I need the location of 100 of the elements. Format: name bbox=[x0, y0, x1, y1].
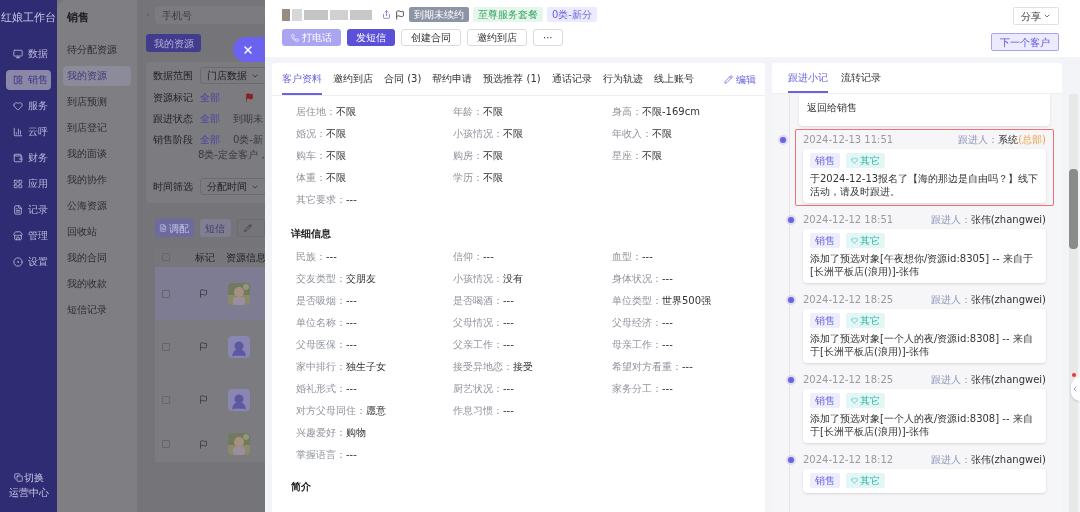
action-button[interactable]: 创建合同 bbox=[401, 29, 461, 46]
note-tag: 其它 bbox=[846, 153, 885, 168]
profile-tab[interactable]: 线上账号 bbox=[653, 63, 694, 95]
profile-tab[interactable]: 行为轨迹 bbox=[602, 63, 643, 95]
sms-button[interactable]: 短信 bbox=[199, 219, 231, 237]
module-menu-item[interactable]: 公海资源 bbox=[63, 195, 131, 216]
field-value: --- bbox=[662, 382, 673, 396]
field-label: 小孩情况： bbox=[453, 127, 503, 141]
field-label: 父母情况： bbox=[453, 316, 503, 330]
note-time: 2024-12-12 18:25 bbox=[803, 373, 894, 386]
follower-name: 系统 bbox=[998, 133, 1019, 146]
note-time: 2024-12-13 11:51 bbox=[803, 133, 894, 146]
customer-tag: 到期未续约 bbox=[409, 7, 469, 22]
follower-name: 张伟(zhangwei) bbox=[970, 213, 1046, 226]
field-value: 不限 bbox=[336, 105, 356, 119]
profile-tab[interactable]: 合同 (3) bbox=[384, 63, 422, 95]
module-menu-item[interactable]: 我的资源 bbox=[63, 65, 131, 86]
profile-tab[interactable]: 通话记录 bbox=[551, 63, 592, 95]
field-value: 世界500强 bbox=[662, 294, 712, 308]
note-time: 2024-12-12 18:12 bbox=[803, 453, 894, 466]
field-label: 单位类型： bbox=[612, 294, 662, 308]
nav-item[interactable]: 记录 bbox=[6, 199, 51, 220]
filter-option[interactable]: 8类-定金客户， bbox=[153, 147, 265, 162]
module-menu-item[interactable]: 我的面谈 bbox=[63, 143, 131, 164]
field-value: 不限 bbox=[642, 149, 662, 163]
follower-label: 跟进人： bbox=[958, 133, 999, 146]
module-menu-item[interactable]: 我的收款 bbox=[63, 273, 131, 294]
column-header: 标记 bbox=[195, 250, 215, 265]
nav-item[interactable]: 财务 bbox=[6, 147, 51, 168]
note-tag: 销售 bbox=[810, 393, 840, 408]
filter-label: 跟进状态 bbox=[153, 112, 193, 126]
field-value: 购物 bbox=[346, 426, 366, 440]
action-button[interactable]: 邀约到店 bbox=[467, 29, 527, 46]
filter-label: 数据范围 bbox=[153, 69, 193, 83]
nav-item[interactable]: 管理 bbox=[6, 225, 51, 246]
profile-tab[interactable]: 邀约到店 bbox=[333, 63, 373, 95]
view-button[interactable]: 我的资源 bbox=[146, 34, 201, 52]
note-tag: 其它 bbox=[846, 233, 885, 248]
field-label: 婚况： bbox=[296, 127, 326, 141]
field-value: 没有 bbox=[503, 272, 523, 286]
field-value: --- bbox=[682, 360, 693, 374]
module-menu-item[interactable]: 我的协作 bbox=[63, 169, 131, 190]
field-label: 其它要求： bbox=[296, 193, 346, 207]
field-label: 民族： bbox=[296, 250, 326, 264]
field-label: 年收入： bbox=[612, 127, 652, 141]
field-label: 希望对方看重： bbox=[612, 360, 682, 374]
note-tag: 销售 bbox=[810, 233, 840, 248]
profile-tab[interactable]: 帮约申请 bbox=[432, 63, 473, 95]
field-label: 学历： bbox=[453, 171, 483, 185]
note-time: 2024-12-12 18:25 bbox=[803, 293, 894, 306]
field-label: 身体状况： bbox=[612, 272, 662, 286]
filter-option[interactable]: 0类-新 bbox=[233, 132, 263, 147]
field-label: 单位名称： bbox=[296, 316, 346, 330]
module-menu-item[interactable]: 回收站 bbox=[63, 221, 131, 242]
field-value: --- bbox=[503, 382, 514, 396]
field-label: 是否喝酒： bbox=[453, 294, 503, 308]
module-menu-item[interactable]: 待分配资源 bbox=[63, 39, 131, 60]
profile-tab[interactable]: 客户资料 bbox=[282, 63, 322, 95]
field-value: 不限 bbox=[326, 171, 346, 185]
nav-item[interactable]: 销售 bbox=[6, 69, 51, 90]
field-label: 体重： bbox=[296, 171, 326, 185]
field-value: --- bbox=[346, 193, 357, 207]
field-value: --- bbox=[346, 316, 357, 330]
module-menu-item[interactable]: 短信记录 bbox=[63, 299, 131, 320]
app-title: 红娘工作台 bbox=[1, 10, 56, 26]
next-customer-button[interactable]: 下一个客户 bbox=[991, 33, 1059, 51]
edit-link[interactable]: 编辑 bbox=[724, 63, 756, 95]
action-button[interactable]: ··· bbox=[533, 29, 563, 46]
nav-item[interactable]: 云呼 bbox=[6, 121, 51, 142]
followup-tab[interactable]: 流转记录 bbox=[841, 63, 881, 93]
profile-tab[interactable]: 预选推荐 (1) bbox=[483, 63, 541, 95]
note-text: 添加了预选对象[午夜想你/资源id:8305] -- 来自于[长洲平板店(浪用)]-张伟 bbox=[810, 252, 1034, 278]
note-tag: 其它 bbox=[846, 473, 885, 488]
share-dropdown[interactable]: 分享 bbox=[1013, 7, 1059, 25]
action-button[interactable]: 发短信 bbox=[347, 29, 395, 46]
field-value: 不限 bbox=[326, 149, 346, 163]
nav-item[interactable]: 数据 bbox=[6, 43, 51, 64]
nav-item[interactable]: 设置 bbox=[6, 251, 51, 272]
note-tag: 其它 bbox=[846, 313, 885, 328]
module-menu-item[interactable]: 我的合同 bbox=[63, 247, 131, 268]
field-value: --- bbox=[662, 272, 673, 286]
module-menu-item[interactable]: 到店预测 bbox=[63, 91, 131, 112]
note-tag: 销售 bbox=[810, 473, 840, 488]
follower-origin: (总部) bbox=[1018, 133, 1046, 146]
field-label: 年龄： bbox=[453, 105, 483, 119]
field-label: 交友类型： bbox=[296, 272, 346, 286]
field-value: 不限 bbox=[483, 149, 503, 163]
switch-link[interactable]: 切换 bbox=[23, 470, 44, 485]
allocate-button[interactable]: 调配 bbox=[155, 219, 194, 237]
note-text: 添加了预选对象[一个人的夜/资源id:8308] -- 来自于[长洲平板店(浪用)]-张伟 bbox=[810, 332, 1034, 358]
nav-item[interactable]: 应用 bbox=[6, 173, 51, 194]
field-value: --- bbox=[662, 316, 673, 330]
follower-name: 张伟(zhangwei) bbox=[970, 453, 1046, 466]
nav-item[interactable]: 服务 bbox=[6, 95, 51, 116]
module-menu-item[interactable]: 到店登记 bbox=[63, 117, 131, 138]
field-value: 不限-169cm bbox=[642, 105, 700, 119]
field-label: 家中排行： bbox=[296, 360, 346, 374]
field-label: 厨艺状况： bbox=[453, 382, 503, 396]
field-value: 不限 bbox=[483, 105, 503, 119]
note-text: 返回给销售 bbox=[807, 102, 857, 113]
